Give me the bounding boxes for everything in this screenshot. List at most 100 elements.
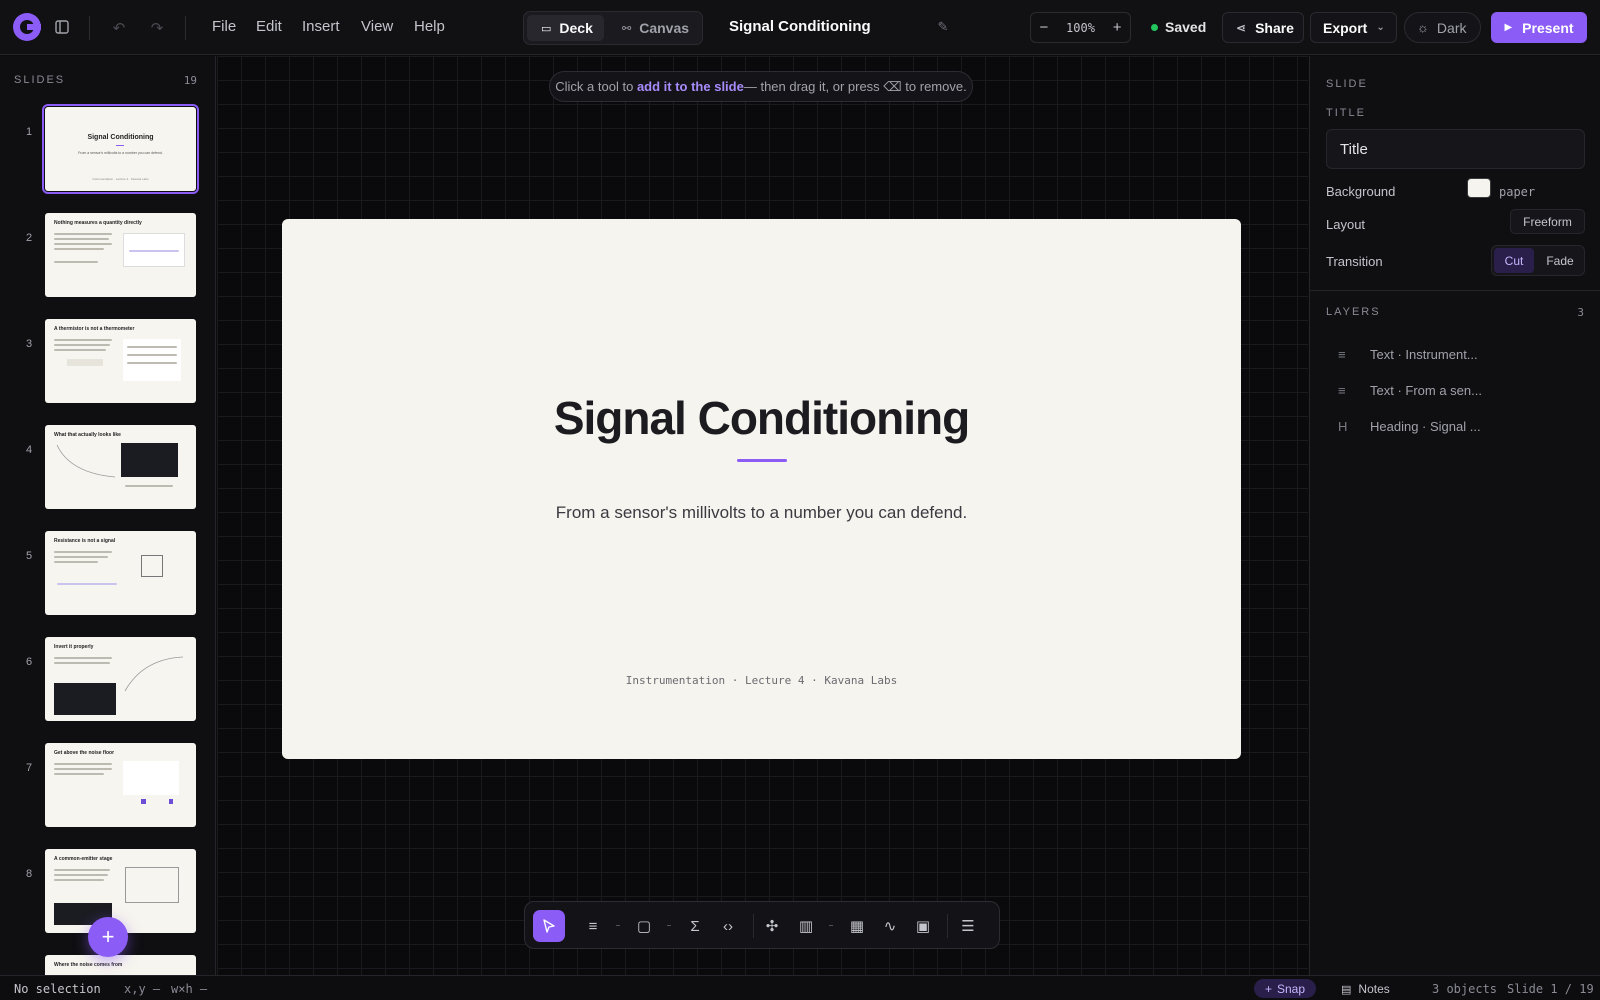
menu-file[interactable]: File <box>212 18 236 35</box>
insert-toolbar: ≡ ▢ Σ ‹› ✣ ▥ ▦ ∿ ▣ ☰ <box>524 901 1000 949</box>
layers-count: 3 <box>1577 306 1584 319</box>
layer-item[interactable]: H Heading · Signal ... <box>1338 416 1481 436</box>
add-slide-button[interactable]: + <box>88 917 128 957</box>
app-logo <box>13 13 41 41</box>
slide-thumbnail-9[interactable]: Where the noise comes from <box>45 955 196 975</box>
heading-accent-rule <box>737 459 787 462</box>
rename-pencil-icon[interactable]: ✎ <box>930 14 956 40</box>
slide-heading[interactable]: Signal Conditioning <box>282 391 1241 445</box>
slide-subtitle[interactable]: From a sensor's millivolts to a number y… <box>282 503 1241 523</box>
size-readout: w×h — <box>171 982 208 996</box>
status-bar: No selection x,y — w×h — + Snap ▤ Notes … <box>0 975 1600 1000</box>
thumb-title: A thermistor is not a thermometer <box>54 326 135 332</box>
transition-cut-option[interactable]: Cut <box>1494 248 1534 273</box>
heading-layer-icon: H <box>1338 418 1348 434</box>
slide-number: 8 <box>26 868 33 880</box>
zoom-control: − 100% + <box>1030 12 1131 43</box>
slide-thumbnail-3[interactable]: A thermistor is not a thermometer <box>45 319 196 403</box>
theme-toggle[interactable]: ☼ Dark <box>1404 12 1481 43</box>
mode-canvas-label: Canvas <box>639 20 690 36</box>
export-button[interactable]: Export ⌄ <box>1310 12 1397 43</box>
slide-number: 2 <box>26 232 33 244</box>
redo-icon[interactable]: ↷ <box>144 15 170 41</box>
layer-item[interactable]: ≡ Text · From a sen... <box>1338 380 1482 400</box>
slides-count: 19 <box>183 74 197 87</box>
zoom-level[interactable]: 100% <box>1057 21 1105 35</box>
shape-tool-icon[interactable]: ▢ <box>628 910 660 942</box>
share-button[interactable]: ⋖ Share <box>1222 12 1304 43</box>
slide-footer[interactable]: Instrumentation · Lecture 4 · Kavana Lab… <box>282 674 1241 687</box>
text-tool-icon[interactable]: ≡ <box>577 910 609 942</box>
thumb-title: Resistance is not a signal <box>54 538 116 544</box>
layer-item[interactable]: ≡ Text · Instrument... <box>1338 344 1478 364</box>
image-tool-icon[interactable]: ▣ <box>907 910 939 942</box>
nodes-icon: ⚯ <box>622 22 632 35</box>
background-color-swatch[interactable] <box>1467 178 1491 198</box>
layer-label: Text · From a sen... <box>1370 382 1482 398</box>
thumb-title: Where the noise comes from <box>54 962 123 968</box>
notes-label: Notes <box>1358 982 1390 996</box>
notes-tool-icon[interactable]: ☰ <box>952 910 984 942</box>
slide-canvas[interactable]: Signal Conditioning From a sensor's mill… <box>282 219 1241 759</box>
mode-switch: ▭ Deck ⚯ Canvas <box>523 11 703 45</box>
mode-deck-label: Deck <box>559 20 593 36</box>
menu-insert[interactable]: Insert <box>302 18 340 35</box>
transition-fade-option[interactable]: Fade <box>1538 248 1582 273</box>
present-label: Present <box>1522 19 1574 36</box>
chart-tool-icon[interactable]: ▥ <box>790 910 822 942</box>
slide-thumbnail-7[interactable]: Get above the noise floor <box>45 743 196 827</box>
notes-toggle[interactable]: ▤ Notes <box>1341 982 1390 996</box>
transition-label: Transition <box>1326 254 1383 269</box>
thumb-footer: Instrumentation · Lecture 4 · Kavana Lab… <box>92 177 149 181</box>
slide-number: 3 <box>26 338 33 350</box>
diagram-tool-icon[interactable]: ✣ <box>756 910 788 942</box>
background-label: Background <box>1326 184 1396 199</box>
share-icon: ⋖ <box>1236 20 1247 35</box>
math-tool-icon[interactable]: Σ <box>679 910 711 942</box>
code-tool-icon[interactable]: ‹› <box>712 910 744 942</box>
select-tool-icon[interactable] <box>533 910 565 942</box>
zoom-in-button[interactable]: + <box>1104 19 1130 36</box>
thumb-title: Get above the noise floor <box>54 750 115 756</box>
zoom-out-button[interactable]: − <box>1031 19 1057 36</box>
menu-help[interactable]: Help <box>414 18 445 35</box>
editor-canvas[interactable]: Click a tool to add it to the slide — th… <box>217 56 1308 975</box>
menu-view[interactable]: View <box>361 18 393 35</box>
slide-number: 7 <box>26 762 33 774</box>
slide-thumbnail-2[interactable]: Nothing measures a quantity directly <box>45 213 196 297</box>
slide-title-input[interactable]: Title <box>1326 129 1585 169</box>
slide-number: 1 <box>26 126 33 138</box>
present-button[interactable]: ▶ Present <box>1491 12 1587 43</box>
thumb-title: Nothing measures a quantity directly <box>54 220 142 226</box>
slides-sidebar: SLIDES 19 1 Signal Conditioning From a s… <box>0 56 216 975</box>
sun-icon: ☼ <box>1417 20 1429 35</box>
position-readout: x,y — <box>124 982 161 996</box>
theme-label: Dark <box>1436 19 1467 36</box>
mode-canvas-tab[interactable]: ⚯ Canvas <box>608 15 698 41</box>
slide-section-header: SLIDE <box>1326 78 1368 90</box>
slide-thumbnail-6[interactable]: Invert it properly <box>45 637 196 721</box>
selection-status: No selection <box>14 982 101 996</box>
layout-select[interactable]: Freeform <box>1510 209 1585 234</box>
table-tool-icon[interactable]: ▦ <box>841 910 873 942</box>
chevron-down-icon: ⌄ <box>1376 22 1385 33</box>
export-label: Export <box>1323 19 1368 36</box>
sidebar-toggle-icon[interactable] <box>49 14 75 40</box>
top-bar: ↶ ↷ File Edit Insert View Help ▭ Deck ⚯ … <box>0 0 1600 55</box>
mode-deck-tab[interactable]: ▭ Deck <box>527 15 604 41</box>
snap-toggle[interactable]: + Snap <box>1254 979 1316 998</box>
transition-switch: Cut Fade <box>1491 245 1585 276</box>
slide-thumbnail-4[interactable]: What that actually looks like <box>45 425 196 509</box>
slide-thumbnail-1[interactable]: Signal Conditioning From a sensor's mill… <box>42 104 199 194</box>
waveform-tool-icon[interactable]: ∿ <box>874 910 906 942</box>
monitor-icon: ▭ <box>541 22 552 35</box>
document-title[interactable]: Signal Conditioning <box>729 18 871 35</box>
undo-icon[interactable]: ↶ <box>106 15 132 41</box>
text-layer-icon: ≡ <box>1338 382 1346 398</box>
thumb-title: A common-emitter stage <box>54 856 113 862</box>
slide-thumbnail-5[interactable]: Resistance is not a signal <box>45 531 196 615</box>
tool-hint: Click a tool to add it to the slide — th… <box>549 71 973 102</box>
share-label: Share <box>1255 19 1294 36</box>
menu-edit[interactable]: Edit <box>256 18 282 35</box>
object-count: 3 objects <box>1432 982 1498 996</box>
